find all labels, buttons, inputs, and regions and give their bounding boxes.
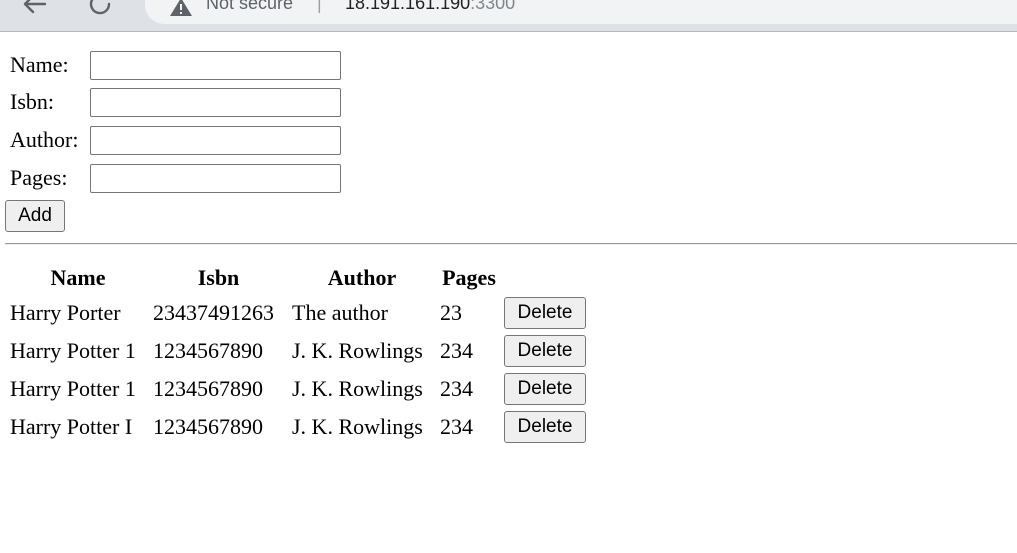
cell-isbn: 1234567890: [153, 338, 263, 363]
cell-name: Harry Potter 1: [10, 376, 136, 401]
cell-author: The author: [292, 300, 388, 325]
column-header-pages: Pages: [442, 265, 496, 290]
url-port: :3300: [470, 0, 516, 13]
delete-button[interactable]: Delete: [504, 297, 586, 329]
name-row: Name:: [10, 51, 350, 83]
cell-pages: 234: [440, 414, 473, 439]
reload-icon[interactable]: [80, 0, 120, 24]
author-label: Author:: [10, 127, 79, 152]
pages-label: Pages:: [10, 165, 68, 190]
cell-name: Harry Potter I: [10, 414, 133, 439]
address-bar[interactable]: Not secure | 18.191.161.190:3300: [145, 0, 1017, 24]
browser-toolbar: Not secure | 18.191.161.190:3300: [0, 0, 1017, 32]
column-header-isbn: Isbn: [197, 265, 240, 290]
omnibox-separator: |: [317, 0, 322, 13]
add-button[interactable]: Add: [5, 200, 65, 232]
column-header-author: Author: [327, 265, 397, 290]
divider: [5, 243, 1017, 245]
author-input[interactable]: [90, 126, 341, 155]
delete-button[interactable]: Delete: [504, 335, 586, 367]
pages-row: Pages:: [10, 164, 350, 196]
delete-button[interactable]: Delete: [504, 411, 586, 443]
name-input[interactable]: [90, 51, 341, 80]
cell-author: J. K. Rowlings: [292, 376, 423, 401]
cell-pages: 23: [440, 300, 462, 325]
cell-isbn: 23437491263: [153, 300, 274, 325]
cell-isbn: 1234567890: [153, 376, 263, 401]
cell-isbn: 1234567890: [153, 414, 263, 439]
name-label: Name:: [10, 52, 69, 77]
isbn-row: Isbn:: [10, 88, 350, 120]
back-arrow-icon[interactable]: [14, 0, 54, 24]
warning-icon: [169, 0, 193, 22]
url-text[interactable]: 18.191.161.190:3300: [345, 0, 515, 14]
isbn-input[interactable]: [90, 88, 341, 117]
cell-name: Harry Porter: [10, 300, 121, 325]
pages-input[interactable]: [90, 164, 341, 193]
cell-pages: 234: [440, 338, 473, 363]
cell-name: Harry Potter 1: [10, 338, 136, 363]
cell-author: J. K. Rowlings: [292, 414, 423, 439]
url-host: 18.191.161.190: [345, 0, 471, 13]
security-status[interactable]: Not secure: [206, 0, 293, 14]
author-row: Author:: [10, 126, 350, 158]
cell-pages: 234: [440, 376, 473, 401]
delete-button[interactable]: Delete: [504, 373, 586, 405]
column-header-name: Name: [50, 265, 106, 290]
isbn-label: Isbn:: [10, 89, 54, 114]
cell-author: J. K. Rowlings: [292, 338, 423, 363]
